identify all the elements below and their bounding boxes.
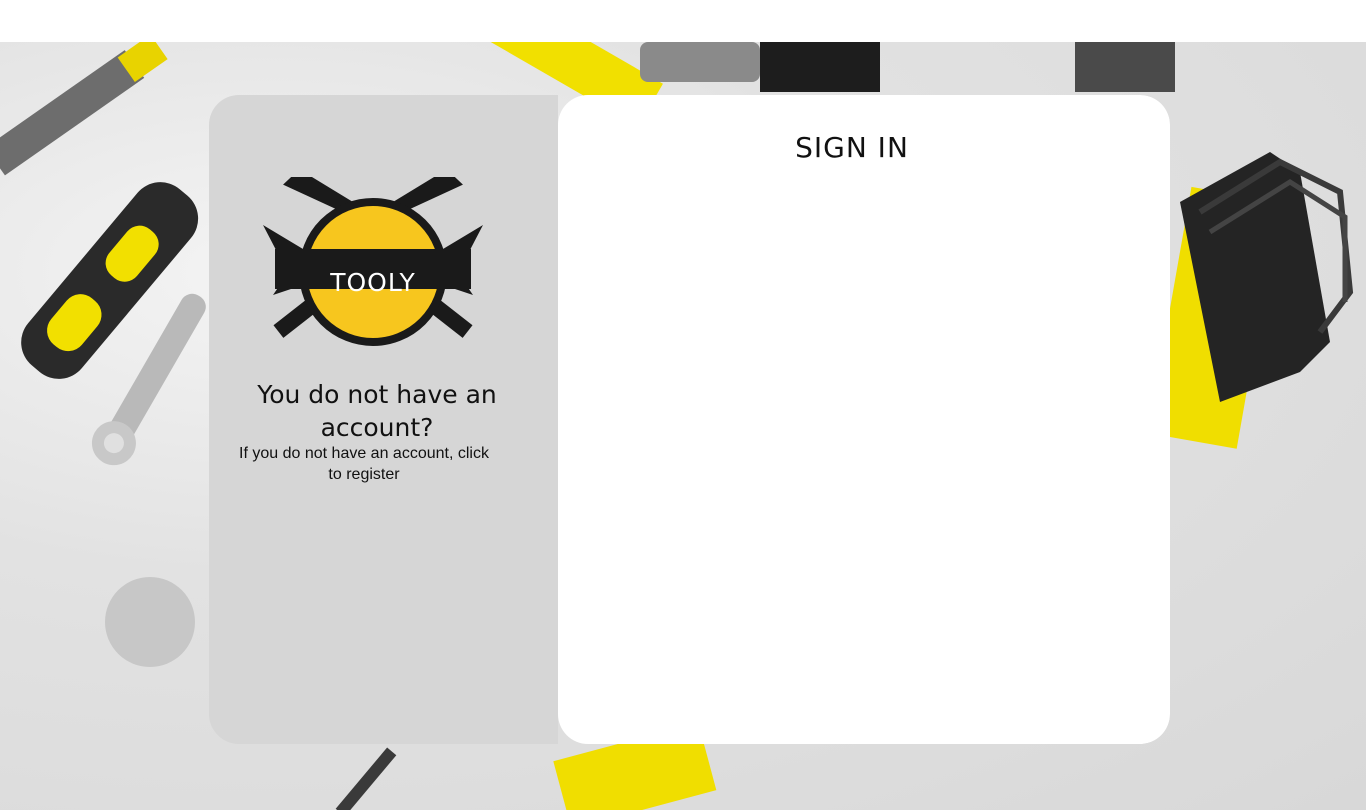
register-link-text[interactable]: If you do not have an account, click to … — [239, 443, 489, 485]
tooly-logo — [263, 177, 483, 346]
logo-text: TOOLY — [330, 268, 416, 297]
register-panel: TOOLY You do not have an account? If you… — [209, 95, 558, 744]
login-panel: SIGN IN — [558, 95, 1170, 744]
no-account-title: You do not have an account? — [257, 380, 497, 442]
sign-in-title: SIGN IN — [795, 131, 909, 164]
auth-card: TOOLY You do not have an account? If you… — [209, 95, 1170, 744]
top-bar — [0, 0, 1366, 42]
